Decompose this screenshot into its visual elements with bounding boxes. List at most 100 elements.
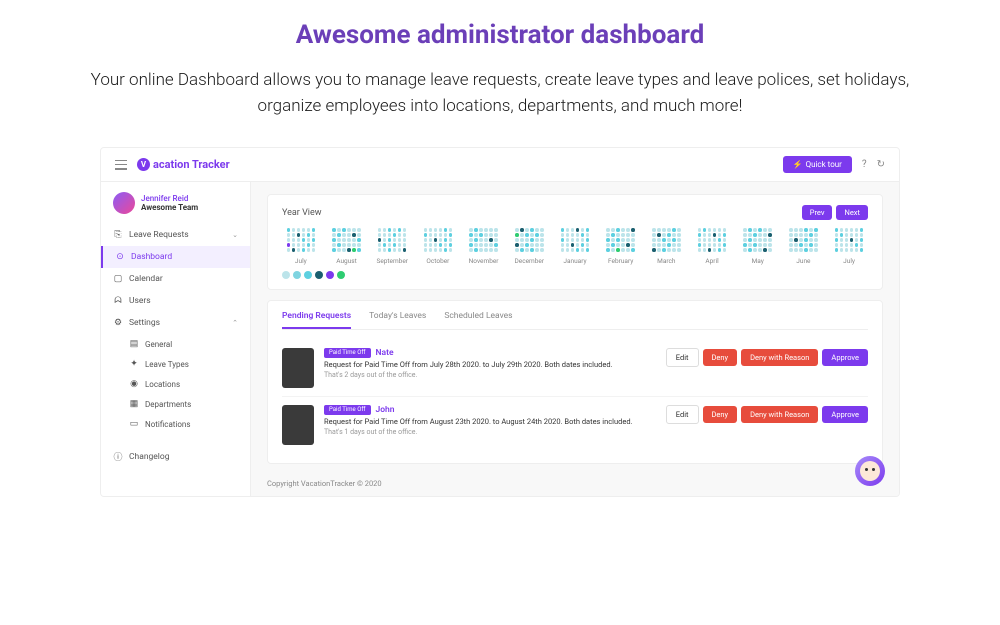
sidebar-item-locations[interactable]: ◉ Locations (129, 374, 250, 394)
request-avatar (282, 348, 314, 388)
sidebar-item-settings[interactable]: ⚙ Settings ⌃ (101, 312, 250, 334)
sidebar-item-label: Users (129, 296, 151, 306)
sidebar-item-general[interactable]: ▤ General (129, 334, 250, 354)
sidebar-item-label: Departments (145, 400, 191, 409)
user-team: Awesome Team (141, 203, 198, 212)
legend-dot (304, 271, 312, 279)
request-description: Request for Paid Time Off from August 23… (324, 417, 656, 427)
legend-dot (315, 271, 323, 279)
month-label: November (469, 257, 499, 265)
month-label: December (515, 257, 545, 265)
sidebar-item-changelog[interactable]: ⓘ Changelog (101, 444, 250, 469)
request-user-name[interactable]: Nate (376, 348, 394, 358)
legend-dot (293, 271, 301, 279)
legend-dot (326, 271, 334, 279)
request-user-name[interactable]: John (376, 405, 395, 415)
sidebar-item-leave-types[interactable]: ✦ Leave Types (129, 354, 250, 374)
request-avatar (282, 405, 314, 445)
dashboard-icon: ⊙ (115, 252, 125, 262)
request-description: Request for Paid Time Off from July 28th… (324, 360, 656, 370)
brand-name: acation Tracker (153, 158, 230, 171)
month-label: July (295, 257, 307, 265)
month-label: April (705, 257, 718, 265)
user-name: Jennifer Reid (141, 194, 198, 203)
leave-request-row: Paid Time Off John Request for Paid Time… (282, 397, 868, 453)
year-view-title: Year View (282, 208, 322, 218)
edit-button[interactable]: Edit (666, 405, 699, 424)
month-label: October (426, 257, 449, 265)
edit-button[interactable]: Edit (666, 348, 699, 367)
info-icon: ⓘ (113, 450, 123, 463)
sidebar-item-label: Settings (129, 318, 160, 328)
month-label: August (336, 257, 357, 265)
sidebar-item-label: Calendar (129, 274, 163, 284)
pin-icon: ◉ (129, 379, 139, 389)
refresh-icon[interactable]: ↻ (877, 159, 885, 170)
tags-icon: ✦ (129, 359, 139, 369)
bell-icon: ▭ (129, 419, 139, 429)
tab-scheduled-leaves[interactable]: Scheduled Leaves (444, 311, 512, 329)
sidebar-item-label: Leave Requests (129, 230, 189, 240)
legend-dot (282, 271, 290, 279)
brand-logo[interactable]: V acation Tracker (137, 158, 230, 171)
deny-button[interactable]: Deny (703, 349, 738, 366)
quick-tour-button[interactable]: ⚡ Quick tour (783, 156, 852, 173)
chevron-up-icon: ⌃ (232, 319, 238, 327)
tab-todays-leaves[interactable]: Today's Leaves (369, 311, 426, 329)
prev-button[interactable]: Prev (802, 205, 833, 220)
page-subtitle: Your online Dashboard allows you to mana… (80, 68, 920, 119)
logo-mark: V (137, 158, 150, 171)
deny-with-reason-button[interactable]: Deny with Reason (741, 406, 818, 423)
calendar-icon: ▢ (113, 274, 123, 284)
requests-card: Pending Requests Today's Leaves Schedule… (267, 300, 883, 464)
tab-pending-requests[interactable]: Pending Requests (282, 311, 351, 329)
user-avatar (113, 192, 135, 214)
sidebar-item-notifications[interactable]: ▭ Notifications (129, 414, 250, 434)
sidebar-item-label: Leave Types (145, 360, 189, 369)
dashboard-app: V acation Tracker ⚡ Quick tour ? ↻ Jenni… (100, 147, 900, 497)
building-icon: ▦ (129, 399, 139, 409)
legend-dot (337, 271, 345, 279)
sidebar-item-label: Changelog (129, 452, 170, 462)
month-label: March (657, 257, 675, 265)
month-label: May (752, 257, 764, 265)
sidebar-item-calendar[interactable]: ▢ Calendar (101, 268, 250, 290)
chevron-down-icon: ⌄ (232, 231, 238, 239)
user-block[interactable]: Jennifer Reid Awesome Team (101, 192, 250, 224)
sidebar-item-departments[interactable]: ▦ Departments (129, 394, 250, 414)
chat-bubble-button[interactable] (855, 456, 885, 486)
next-button[interactable]: Next (836, 205, 868, 220)
page-title: Awesome administrator dashboard (80, 20, 920, 50)
sidebar-item-label: Notifications (145, 420, 190, 429)
menu-toggle-icon[interactable] (115, 160, 127, 170)
chat-avatar-icon (860, 461, 880, 481)
doc-icon: ▤ (129, 339, 139, 349)
topbar: V acation Tracker ⚡ Quick tour ? ↻ (101, 148, 899, 182)
sidebar-item-label: General (145, 340, 172, 349)
approve-button[interactable]: Approve (822, 349, 868, 366)
approve-button[interactable]: Approve (822, 406, 868, 423)
deny-button[interactable]: Deny (703, 406, 738, 423)
leave-type-badge: Paid Time Off (324, 405, 371, 415)
footer-copyright: Copyright VacationTracker © 2020 (251, 471, 899, 496)
month-label: January (563, 257, 586, 265)
lightning-icon: ⚡ (793, 160, 803, 169)
request-note: That's 1 days out of the office. (324, 428, 656, 436)
month-label: June (796, 257, 810, 265)
month-label: September (376, 257, 408, 265)
month-label: July (843, 257, 855, 265)
deny-with-reason-button[interactable]: Deny with Reason (741, 349, 818, 366)
help-icon[interactable]: ? (862, 159, 867, 170)
sidebar-item-users[interactable]: ᗣ Users (101, 290, 250, 312)
sidebar-item-leave-requests[interactable]: ⎘ Leave Requests ⌄ (101, 224, 250, 246)
users-icon: ᗣ (113, 296, 123, 306)
year-view-card: Year View Prev Next July August September O… (267, 194, 883, 290)
sidebar-item-label: Dashboard (131, 252, 172, 262)
sidebar: Jennifer Reid Awesome Team ⎘ Leave Reque… (101, 182, 251, 497)
sidebar-item-dashboard[interactable]: ⊙ Dashboard (101, 246, 250, 268)
legend (282, 271, 868, 279)
months-grid: July August September October November Decemb… (282, 228, 868, 265)
leave-request-row: Paid Time Off Nate Request for Paid Time… (282, 340, 868, 397)
sidebar-item-label: Locations (145, 380, 180, 389)
leave-type-badge: Paid Time Off (324, 348, 371, 358)
